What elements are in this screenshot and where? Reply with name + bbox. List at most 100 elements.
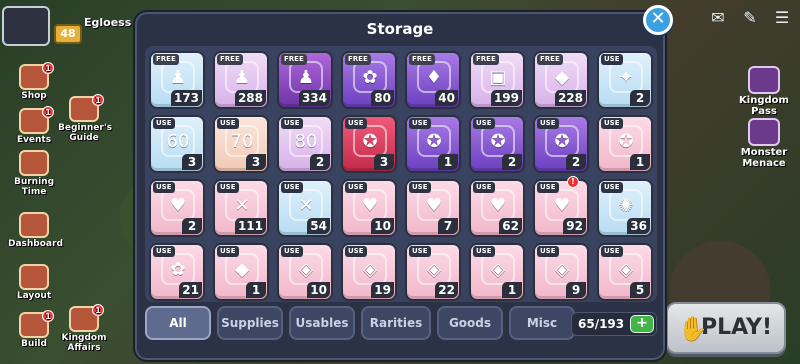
- storage-capacity: 65/193 +: [571, 312, 657, 336]
- storage-count: 65/193: [578, 317, 625, 331]
- item-icon: ✪: [417, 125, 451, 157]
- hud-kingdom-affairs[interactable]: 1 Kingdom Affairs: [58, 304, 110, 353]
- hud-shop[interactable]: 1 Shop: [8, 62, 60, 101]
- storage-item-slot[interactable]: ✕ USE 111: [213, 179, 269, 237]
- tab-misc[interactable]: Misc: [509, 306, 575, 340]
- wrench-icon[interactable]: ✎: [738, 8, 762, 28]
- expand-storage-button[interactable]: +: [630, 315, 654, 333]
- item-tag: USE: [153, 118, 175, 129]
- storage-item-slot[interactable]: ✦ USE 2: [597, 51, 653, 109]
- storage-item-slot[interactable]: ♥ USE 7: [405, 179, 461, 237]
- storage-item-slot[interactable]: 60 USE 3: [149, 115, 205, 173]
- storage-item-slot[interactable]: ✪ USE 1: [597, 115, 653, 173]
- item-quantity: 111: [234, 218, 266, 234]
- storage-item-slot[interactable]: ◈ USE 22: [405, 243, 461, 301]
- item-icon: ◈: [417, 253, 451, 285]
- storage-item-slot[interactable]: ▣ FREE 199: [469, 51, 525, 109]
- notification-badge: 1: [92, 94, 104, 106]
- item-icon: ✪: [545, 125, 579, 157]
- storage-item-slot[interactable]: ♥ USE 62: [469, 179, 525, 237]
- item-quantity: 62: [499, 218, 522, 234]
- item-quantity: 92: [563, 218, 586, 234]
- item-icon: ◈: [289, 253, 323, 285]
- item-icon: ✪: [353, 125, 387, 157]
- hud-label: Shop: [21, 91, 47, 101]
- storage-item-slot[interactable]: ♟ FREE 173: [149, 51, 205, 109]
- storage-item-slot[interactable]: ◈ USE 10: [277, 243, 333, 301]
- storage-item-slot[interactable]: ◆ USE 1: [213, 243, 269, 301]
- item-icon: ♟: [225, 61, 259, 93]
- item-icon: ✪: [481, 125, 515, 157]
- hud-layout[interactable]: Layout: [8, 264, 60, 301]
- storage-item-slot[interactable]: ♥ USE 10: [341, 179, 397, 237]
- item-quantity: 36: [627, 218, 650, 234]
- tab-supplies[interactable]: Supplies: [217, 306, 283, 340]
- storage-item-slot[interactable]: ✪ USE 1: [405, 115, 461, 173]
- item-tag: FREE: [537, 54, 563, 65]
- storage-item-slot[interactable]: ✿ USE 21: [149, 243, 205, 301]
- storage-item-slot[interactable]: ◆ FREE 228: [533, 51, 589, 109]
- storage-item-slot[interactable]: ♥ USE 92!: [533, 176, 589, 237]
- item-icon: ◈: [353, 253, 387, 285]
- item-quantity: 2: [310, 154, 330, 170]
- item-icon: ◈: [609, 253, 643, 285]
- item-tag: USE: [537, 118, 559, 129]
- hud-burning-time[interactable]: Burning Time: [8, 150, 60, 197]
- player-level-badge: 48: [54, 24, 82, 44]
- close-button[interactable]: ✕: [643, 5, 673, 35]
- hud-beginners-guide[interactable]: 1 Beginner's Guide: [58, 94, 112, 143]
- item-tag: USE: [537, 182, 559, 193]
- player-name: Egloess: [84, 16, 132, 29]
- tab-usables[interactable]: Usables: [289, 306, 355, 340]
- monster-menace-icon: [748, 118, 780, 146]
- player-avatar[interactable]: [2, 6, 50, 46]
- item-quantity: 173: [170, 90, 202, 106]
- storage-item-slot[interactable]: ✪ USE 3: [341, 115, 397, 173]
- item-icon: 80: [289, 125, 323, 157]
- play-label: PLAY!: [700, 315, 772, 340]
- item-tag: USE: [473, 182, 495, 193]
- hud-label: Build: [21, 339, 47, 349]
- menu-icon[interactable]: ☰: [770, 8, 794, 28]
- storage-item-slot[interactable]: ✪ USE 2: [533, 115, 589, 173]
- storage-item-grid: ♟ FREE 173 ♟ FREE 288 ♟ FREE 334 ✿ FREE 80 ♦ FREE 40 ▣ F…: [145, 46, 657, 302]
- storage-item-slot[interactable]: ◈ USE 19: [341, 243, 397, 301]
- storage-item-slot[interactable]: ✺ USE 36: [597, 179, 653, 237]
- storage-item-slot[interactable]: ♟ FREE 288: [213, 51, 269, 109]
- hud-events[interactable]: 1 Events: [8, 106, 60, 145]
- hud-build[interactable]: 1 Build: [8, 310, 60, 349]
- tab-all[interactable]: All: [145, 306, 211, 340]
- item-tag: USE: [217, 118, 239, 129]
- hud-dashboard[interactable]: Dashboard: [8, 212, 63, 249]
- item-icon: 70: [225, 125, 259, 157]
- storage-item-slot[interactable]: ♟ FREE 334: [277, 51, 333, 109]
- item-tag: USE: [473, 246, 495, 257]
- storage-item-slot[interactable]: ♦ FREE 40: [405, 51, 461, 109]
- item-tag: USE: [601, 54, 623, 65]
- item-tag: FREE: [409, 54, 435, 65]
- storage-item-slot[interactable]: 70 USE 3: [213, 115, 269, 173]
- storage-item-slot[interactable]: ◈ USE 5: [597, 243, 653, 301]
- hud-kingdom-pass[interactable]: Kingdom Pass: [736, 66, 792, 117]
- item-icon: ✕: [289, 189, 323, 221]
- mail-icon[interactable]: ✉: [706, 8, 730, 28]
- tab-rarities[interactable]: Rarities: [361, 306, 431, 340]
- storage-item-slot[interactable]: ♥ USE 2: [149, 179, 205, 237]
- hud-monster-menace[interactable]: Monster Menace: [736, 118, 792, 169]
- play-button[interactable]: ✋ PLAY!: [666, 302, 786, 354]
- tab-goods[interactable]: Goods: [437, 306, 503, 340]
- hud-label: Layout: [16, 291, 52, 301]
- storage-item-slot[interactable]: 80 USE 2: [277, 115, 333, 173]
- item-quantity: 21: [179, 282, 202, 298]
- item-tag: USE: [217, 246, 239, 257]
- notification-badge: 1: [92, 304, 104, 316]
- storage-item-slot[interactable]: ✕ USE 54: [277, 179, 333, 237]
- storage-item-slot[interactable]: ◈ USE 9: [533, 243, 589, 301]
- item-tag: USE: [601, 182, 623, 193]
- item-quantity: 2: [502, 154, 522, 170]
- item-icon: ✕: [225, 189, 259, 221]
- storage-item-slot[interactable]: ◈ USE 1: [469, 243, 525, 301]
- item-tag: USE: [153, 246, 175, 257]
- storage-item-slot[interactable]: ✿ FREE 80: [341, 51, 397, 109]
- storage-item-slot[interactable]: ✪ USE 2: [469, 115, 525, 173]
